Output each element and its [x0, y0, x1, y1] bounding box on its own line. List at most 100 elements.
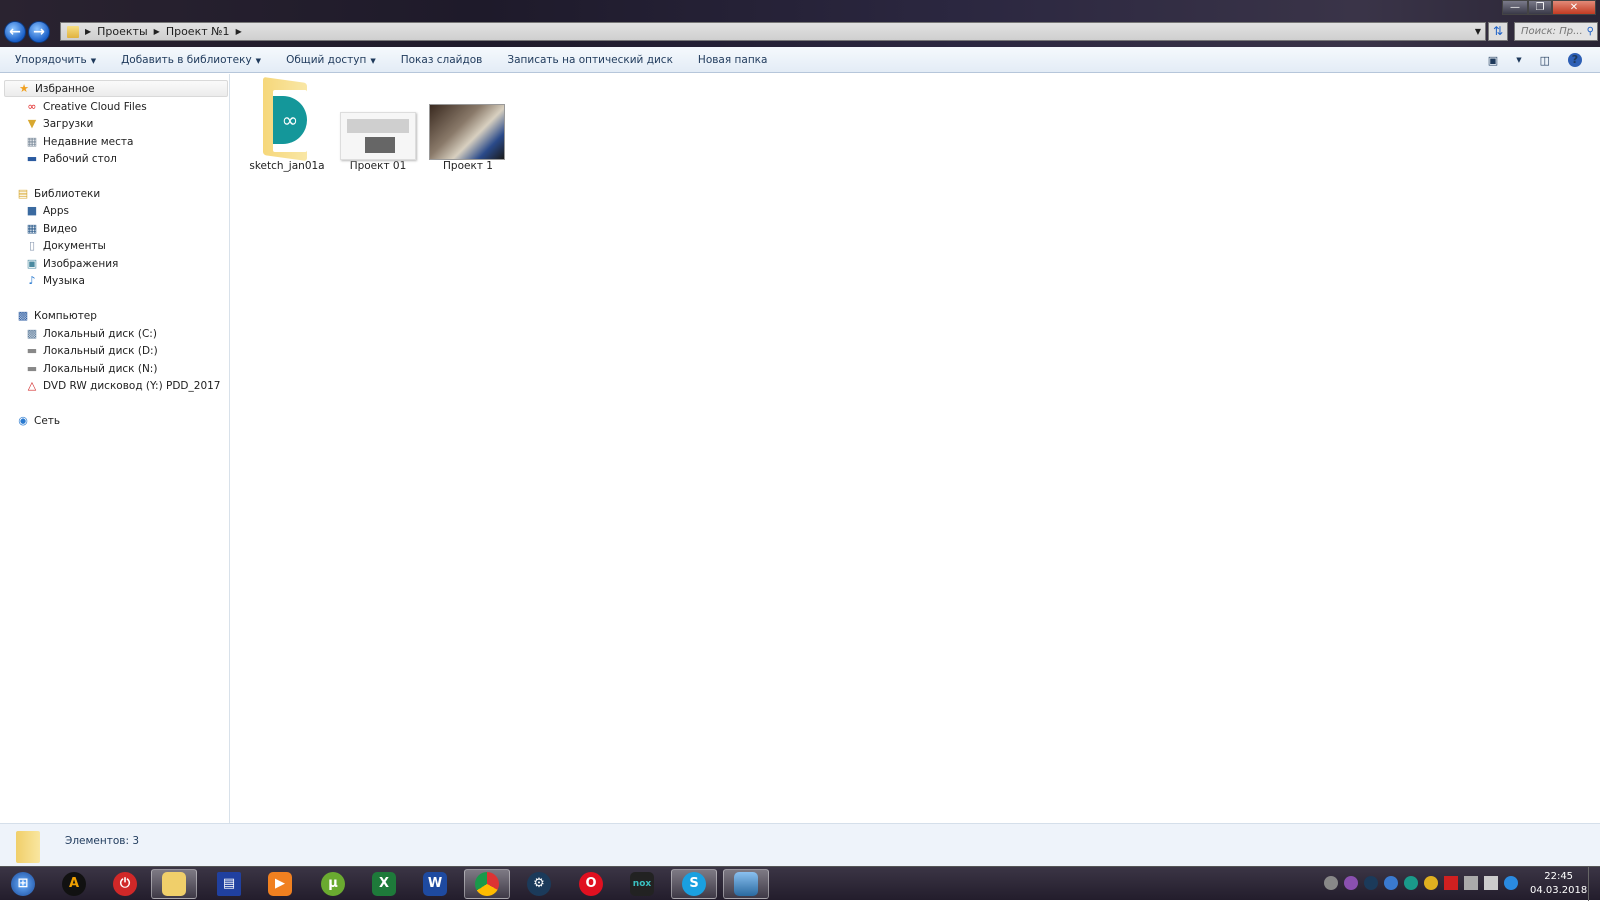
start-button[interactable]: ⊞ [0, 869, 46, 899]
taskbar-steam[interactable]: ⚙ [516, 869, 562, 899]
sidebar-item-recent[interactable]: ▦ Недавние места [25, 133, 134, 150]
chevron-right-icon: ▶ [235, 27, 242, 36]
chevron-down-icon[interactable]: ▼ [1475, 27, 1481, 36]
taskbar-media-player[interactable]: ▶ [257, 869, 303, 899]
taskbar-photos[interactable] [723, 869, 769, 899]
sidebar-item-disk-d[interactable]: ▬ Локальный диск (D:) [25, 342, 158, 359]
item-count: Элементов: 3 [65, 835, 140, 847]
maximize-button[interactable]: ❐ [1528, 0, 1552, 15]
opera-icon: O [579, 872, 603, 896]
taskbar-utorrent[interactable]: µ [310, 869, 356, 899]
refresh-button[interactable]: ⇅ [1488, 22, 1508, 41]
network-tray-icon[interactable] [1464, 876, 1478, 890]
taskbar-save[interactable]: ▤ [206, 869, 252, 899]
minimize-button[interactable]: — [1502, 0, 1528, 15]
folder-icon [16, 831, 40, 863]
label: DVD RW дисковод (Y:) PDD_2017 [43, 379, 221, 392]
pictures-icon: ▣ [26, 256, 38, 270]
steam-tray-icon[interactable] [1364, 876, 1378, 890]
search-icon[interactable]: ⚲ [1587, 23, 1594, 40]
back-button[interactable]: ← [4, 21, 26, 43]
time: 22:45 [1544, 871, 1574, 882]
file-item-project1[interactable]: Проект 1 [426, 78, 510, 172]
show-desktop-button[interactable] [1588, 867, 1600, 901]
chevron-right-icon: ▶ [153, 27, 160, 36]
preview-pane-icon[interactable]: ◫ [1540, 54, 1550, 67]
label: Локальный диск (C:) [43, 327, 157, 340]
recent-places-icon: ▦ [26, 134, 38, 148]
image-thumbnail [336, 78, 420, 160]
sidebar-favorites[interactable]: ★ Избранное [4, 80, 228, 97]
clock[interactable]: 22:45 04.03.2018 [1530, 870, 1587, 898]
view-options-icon[interactable]: ▣ [1488, 54, 1498, 67]
sidebar-item-music[interactable]: ♪ Музыка [25, 272, 84, 289]
tray-icon[interactable] [1344, 876, 1358, 890]
help-icon[interactable]: ? [1568, 53, 1582, 67]
search-input[interactable]: Поиск: Пр... ⚲ [1514, 22, 1598, 41]
breadcrumb-projects[interactable]: Проекты [97, 25, 148, 38]
tray-icon[interactable] [1384, 876, 1398, 890]
sidebar-item-disk-c[interactable]: ▩ Локальный диск (C:) [25, 325, 157, 342]
arduino-folder-icon: ∞ [245, 76, 329, 162]
downloads-folder-icon: ▼ [27, 116, 37, 130]
file-name: sketch_jan01a [249, 160, 325, 172]
sidebar-item-video[interactable]: ▦ Видео [25, 220, 77, 237]
taskbar-power[interactable]: ⏻ [102, 869, 148, 899]
taskbar-excel[interactable]: X [361, 869, 407, 899]
folder-icon [67, 25, 79, 38]
taskbar-opera[interactable]: O [568, 869, 614, 899]
slideshow-button[interactable]: Показ слайдов [401, 54, 483, 66]
warning-icon: △ [27, 378, 37, 392]
taskbar-nox[interactable]: nox [619, 869, 665, 899]
file-name: Проект 1 [443, 160, 493, 172]
tray-icon[interactable] [1404, 876, 1418, 890]
apps-icon: ■ [26, 203, 38, 217]
new-folder-button[interactable]: Новая папка [698, 54, 768, 66]
sidebar-item-documents[interactable]: ▯ Документы [25, 237, 106, 254]
command-bar: Упорядочить ▼ Добавить в библиотеку ▼ Общи… [0, 47, 1600, 73]
taskbar-word[interactable]: W [412, 869, 458, 899]
creative-cloud-icon: ∞ [27, 99, 37, 113]
drive-icon: ▬ [26, 343, 38, 357]
label: Локальный диск (D:) [43, 344, 158, 357]
label: Документы [43, 239, 106, 252]
chevron-down-icon[interactable]: ▼ [1516, 56, 1521, 64]
burn-disc-button[interactable]: Записать на оптический диск [507, 54, 673, 66]
organize-button[interactable]: Упорядочить ▼ [15, 54, 96, 66]
sidebar-item-downloads[interactable]: ▼ Загрузки [25, 115, 94, 132]
windows-icon: ⊞ [11, 872, 35, 896]
address-bar[interactable]: ▶ Проекты ▶ Проект №1 ▶ ▼ [60, 22, 1486, 41]
label: Библиотеки [34, 187, 101, 200]
sidebar-libraries[interactable]: ▤ Библиотеки [4, 185, 228, 202]
breadcrumb-project1[interactable]: Проект №1 [166, 25, 230, 38]
sidebar-item-apps[interactable]: ■ Apps [25, 202, 69, 219]
sidebar-item-dvd[interactable]: △ DVD RW дисковод (Y:) PDD_2017 [25, 377, 221, 394]
system-drive-icon: ▩ [26, 326, 38, 340]
action-center-icon[interactable] [1444, 876, 1458, 890]
volume-icon[interactable] [1484, 876, 1498, 890]
sidebar-item-desktop[interactable]: ▬ Рабочий стол [25, 150, 117, 167]
sidebar-item-disk-n[interactable]: ▬ Локальный диск (N:) [25, 360, 158, 377]
tray-icon[interactable] [1504, 876, 1518, 890]
chevron-down-icon: ▼ [370, 56, 376, 65]
sidebar-item-creative-cloud[interactable]: ∞ Creative Cloud Files [25, 98, 146, 115]
file-item-project01[interactable]: Проект 01 [336, 78, 420, 172]
nox-icon: nox [630, 872, 654, 896]
forward-button[interactable]: → [28, 21, 50, 43]
share-button[interactable]: Общий доступ ▼ [286, 54, 376, 66]
tray-icon[interactable] [1424, 876, 1438, 890]
tray-icon[interactable] [1324, 876, 1338, 890]
word-icon: W [423, 872, 447, 896]
taskbar-skype[interactable]: S [671, 869, 717, 899]
sidebar-network[interactable]: ◉ Сеть [4, 412, 228, 429]
file-item-sketch[interactable]: ∞ sketch_jan01a [245, 76, 329, 172]
computer-icon: ▩ [17, 308, 29, 322]
taskbar-aimp[interactable]: A [51, 869, 97, 899]
taskbar-chrome[interactable] [464, 869, 510, 899]
close-button[interactable]: ✕ [1552, 0, 1596, 15]
taskbar-explorer[interactable] [151, 869, 197, 899]
label: Упорядочить [15, 53, 87, 66]
add-to-library-button[interactable]: Добавить в библиотеку ▼ [121, 54, 261, 66]
sidebar-computer[interactable]: ▩ Компьютер [4, 307, 228, 324]
sidebar-item-pictures[interactable]: ▣ Изображения [25, 255, 119, 272]
